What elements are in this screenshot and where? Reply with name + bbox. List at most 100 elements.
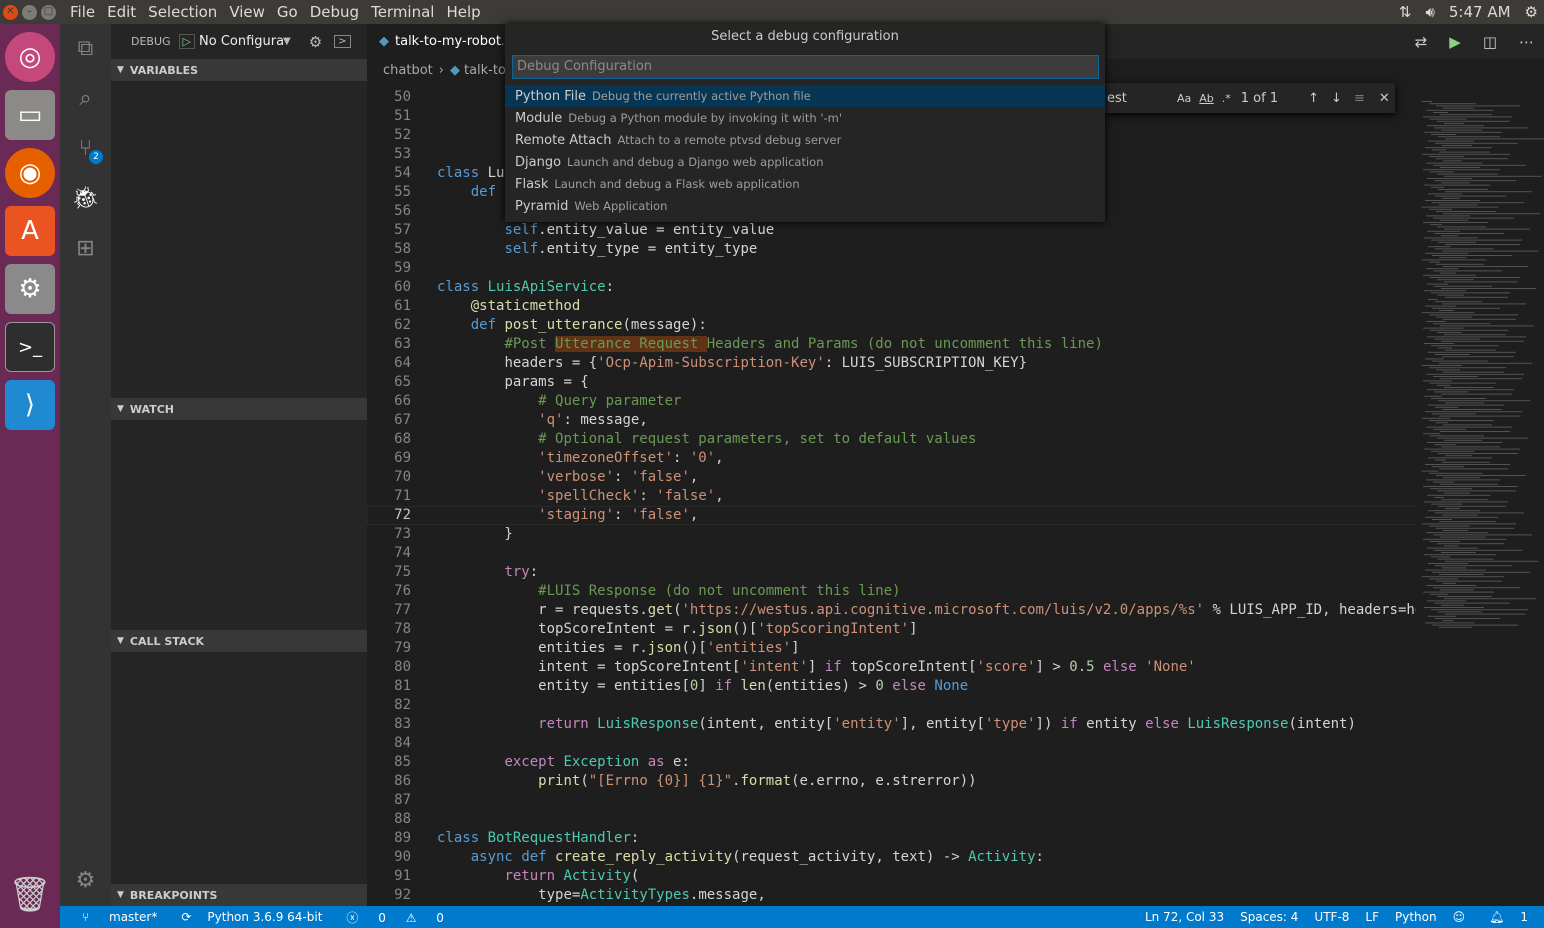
system-settings-icon[interactable]: ⚙ <box>5 264 55 314</box>
power-gear-icon[interactable]: ⚙ <box>1525 3 1538 21</box>
code-line[interactable]: 59 <box>367 259 1417 278</box>
code-line[interactable]: 88 <box>367 810 1417 829</box>
start-debug-icon[interactable]: ▷ <box>178 34 196 49</box>
maximize-window-button[interactable]: □ <box>41 4 56 20</box>
code-line[interactable]: 73 } <box>367 525 1417 544</box>
find-in-selection-icon[interactable]: ≡ <box>1354 91 1365 106</box>
language-mode[interactable]: Python <box>1387 910 1445 924</box>
software-center-icon[interactable]: A <box>5 206 55 256</box>
quick-pick-item[interactable]: Flask Launch and debug a Flask web applic… <box>505 173 1105 195</box>
quick-pick-item[interactable]: Remote Attach Attach to a remote ptvsd de… <box>505 129 1105 151</box>
feedback-icon[interactable]: ☺ <box>1445 910 1474 924</box>
code-line[interactable]: 76 #LUIS Response (do not uncomment this… <box>367 582 1417 601</box>
code-line[interactable]: 87 <box>367 791 1417 810</box>
previous-match-icon[interactable]: ↑ <box>1308 91 1319 106</box>
code-line[interactable]: 57 self.entity_value = entity_value <box>367 221 1417 240</box>
breadcrumb-file[interactable]: talk-to <box>464 63 506 78</box>
code-line[interactable]: 63 #Post Utterance Request Headers and P… <box>367 335 1417 354</box>
python-interpreter[interactable]: Python 3.6.9 64-bit <box>199 910 330 924</box>
open-changes-icon[interactable]: ⇄ <box>1415 33 1428 51</box>
code-line[interactable]: 86 print("[Errno {0}] {1}".format(e.errn… <box>367 772 1417 791</box>
next-match-icon[interactable]: ↓ <box>1331 91 1342 106</box>
code-line[interactable]: 74 <box>367 544 1417 563</box>
menu-debug[interactable]: Debug <box>304 3 365 21</box>
menu-go[interactable]: Go <box>271 3 304 21</box>
watch-section[interactable]: ▼ WATCH <box>111 398 367 420</box>
code-line[interactable]: 82 <box>367 696 1417 715</box>
variables-section[interactable]: ▼ VARIABLES <box>111 59 367 81</box>
explorer-icon[interactable]: ⧉ <box>60 26 111 70</box>
code-line[interactable]: 89 class BotRequestHandler: <box>367 829 1417 848</box>
call-stack-section[interactable]: ▼ CALL STACK <box>111 630 367 652</box>
menu-terminal[interactable]: Terminal <box>365 3 440 21</box>
quick-pick-item[interactable]: Python File Debug the currently active Py… <box>505 85 1105 107</box>
code-line[interactable]: 69 'timezoneOffset': '0', <box>367 449 1417 468</box>
minimap[interactable] <box>1416 81 1544 906</box>
code-line[interactable]: 83 return LuisResponse(intent, entity['e… <box>367 715 1417 734</box>
code-line[interactable]: 79 entities = r.json()['entities'] <box>367 639 1417 658</box>
code-line[interactable]: 92 type=ActivityTypes.message, <box>367 886 1417 905</box>
quick-pick-item[interactable]: Module Debug a Python module by invoking … <box>505 107 1105 129</box>
cursor-position[interactable]: Ln 72, Col 33 <box>1137 910 1232 924</box>
editor-tab[interactable]: ◆ talk-to-my-robot.p <box>367 24 503 59</box>
menu-edit[interactable]: Edit <box>101 3 142 21</box>
vscode-icon[interactable]: ⟩ <box>5 380 55 430</box>
code-line[interactable]: 72 'staging': 'false', <box>367 506 1417 525</box>
breakpoints-section[interactable]: ▼ BREAKPOINTS <box>111 884 367 906</box>
code-line[interactable]: 77 r = requests.get('https://westus.api.… <box>367 601 1417 620</box>
code-line[interactable]: 91 return Activity( <box>367 867 1417 886</box>
files-icon[interactable]: ▭ <box>5 90 55 140</box>
source-control-icon[interactable]: ⑂ 2 <box>60 126 111 170</box>
code-line[interactable]: 68 # Optional request parameters, set to… <box>367 430 1417 449</box>
code-line[interactable]: 84 <box>367 734 1417 753</box>
debug-console-icon[interactable]: > <box>334 35 351 48</box>
quick-pick-item[interactable]: Pyramid Web Application <box>505 195 1105 217</box>
search-icon[interactable]: ⌕ <box>60 76 111 120</box>
trash-icon[interactable]: 🗑︎ <box>5 870 55 920</box>
debug-icon[interactable]: 🐞︎ <box>60 176 111 220</box>
find-query[interactable]: est <box>1103 91 1173 106</box>
breadcrumb-folder[interactable]: chatbot <box>383 63 433 78</box>
firefox-icon[interactable]: ◉ <box>5 148 55 198</box>
code-line[interactable]: 62 def post_utterance(message): <box>367 316 1417 335</box>
clock[interactable]: 5:47 AM <box>1449 3 1511 21</box>
more-actions-icon[interactable]: ⋯ <box>1519 33 1534 51</box>
quick-pick-input[interactable]: Debug Configuration <box>512 55 1099 79</box>
volume-icon[interactable]: 🔊︎ <box>1425 3 1434 21</box>
network-icon[interactable]: ⇅ <box>1399 3 1412 21</box>
problems-indicator[interactable]: ⓧ 0 ⚠ 0 <box>330 909 460 926</box>
code-line[interactable]: 81 entity = entities[0] if len(entities)… <box>367 677 1417 696</box>
debug-config-select[interactable]: No Configura <box>199 34 283 49</box>
menu-file[interactable]: File <box>64 3 101 21</box>
run-icon[interactable]: ▶ <box>1449 33 1461 51</box>
menu-help[interactable]: Help <box>440 3 486 21</box>
code-line[interactable]: 78 topScoreIntent = r.json()['topScoring… <box>367 620 1417 639</box>
close-window-button[interactable]: ✕ <box>3 4 18 20</box>
extensions-icon[interactable]: ⊞ <box>60 226 111 270</box>
code-line[interactable]: 75 try: <box>367 563 1417 582</box>
close-icon[interactable]: ✕ <box>1379 91 1390 106</box>
quick-pick-item[interactable]: Django Launch and debug a Django web appl… <box>505 151 1105 173</box>
ubuntu-dash-icon[interactable]: ◎ <box>5 32 55 82</box>
code-line[interactable]: 67 'q': message, <box>367 411 1417 430</box>
end-of-line[interactable]: LF <box>1357 910 1387 924</box>
regex-icon[interactable]: .* <box>1222 92 1231 105</box>
code-line[interactable]: 64 headers = {'Ocp-Apim-Subscription-Key… <box>367 354 1417 373</box>
minimize-window-button[interactable]: – <box>22 4 37 20</box>
split-editor-icon[interactable]: ◫ <box>1483 33 1497 51</box>
whole-word-icon[interactable]: Ab <box>1199 92 1214 105</box>
code-line[interactable]: 61 @staticmethod <box>367 297 1417 316</box>
code-line[interactable]: 66 # Query parameter <box>367 392 1417 411</box>
menu-selection[interactable]: Selection <box>142 3 223 21</box>
code-line[interactable]: 70 'verbose': 'false', <box>367 468 1417 487</box>
git-branch[interactable]: ⑂ master* <box>66 910 173 924</box>
encoding[interactable]: UTF-8 <box>1306 910 1357 924</box>
code-line[interactable]: 85 except Exception as e: <box>367 753 1417 772</box>
chevron-down-icon[interactable]: ▼ <box>283 36 291 47</box>
code-line[interactable]: 80 intent = topScoreIntent['intent'] if … <box>367 658 1417 677</box>
code-line[interactable]: 65 params = { <box>367 373 1417 392</box>
indentation[interactable]: Spaces: 4 <box>1232 910 1306 924</box>
sync-icon[interactable]: ⟳ <box>173 910 199 924</box>
code-line[interactable]: 60 class LuisApiService: <box>367 278 1417 297</box>
terminal-icon[interactable]: >_ <box>5 322 55 372</box>
